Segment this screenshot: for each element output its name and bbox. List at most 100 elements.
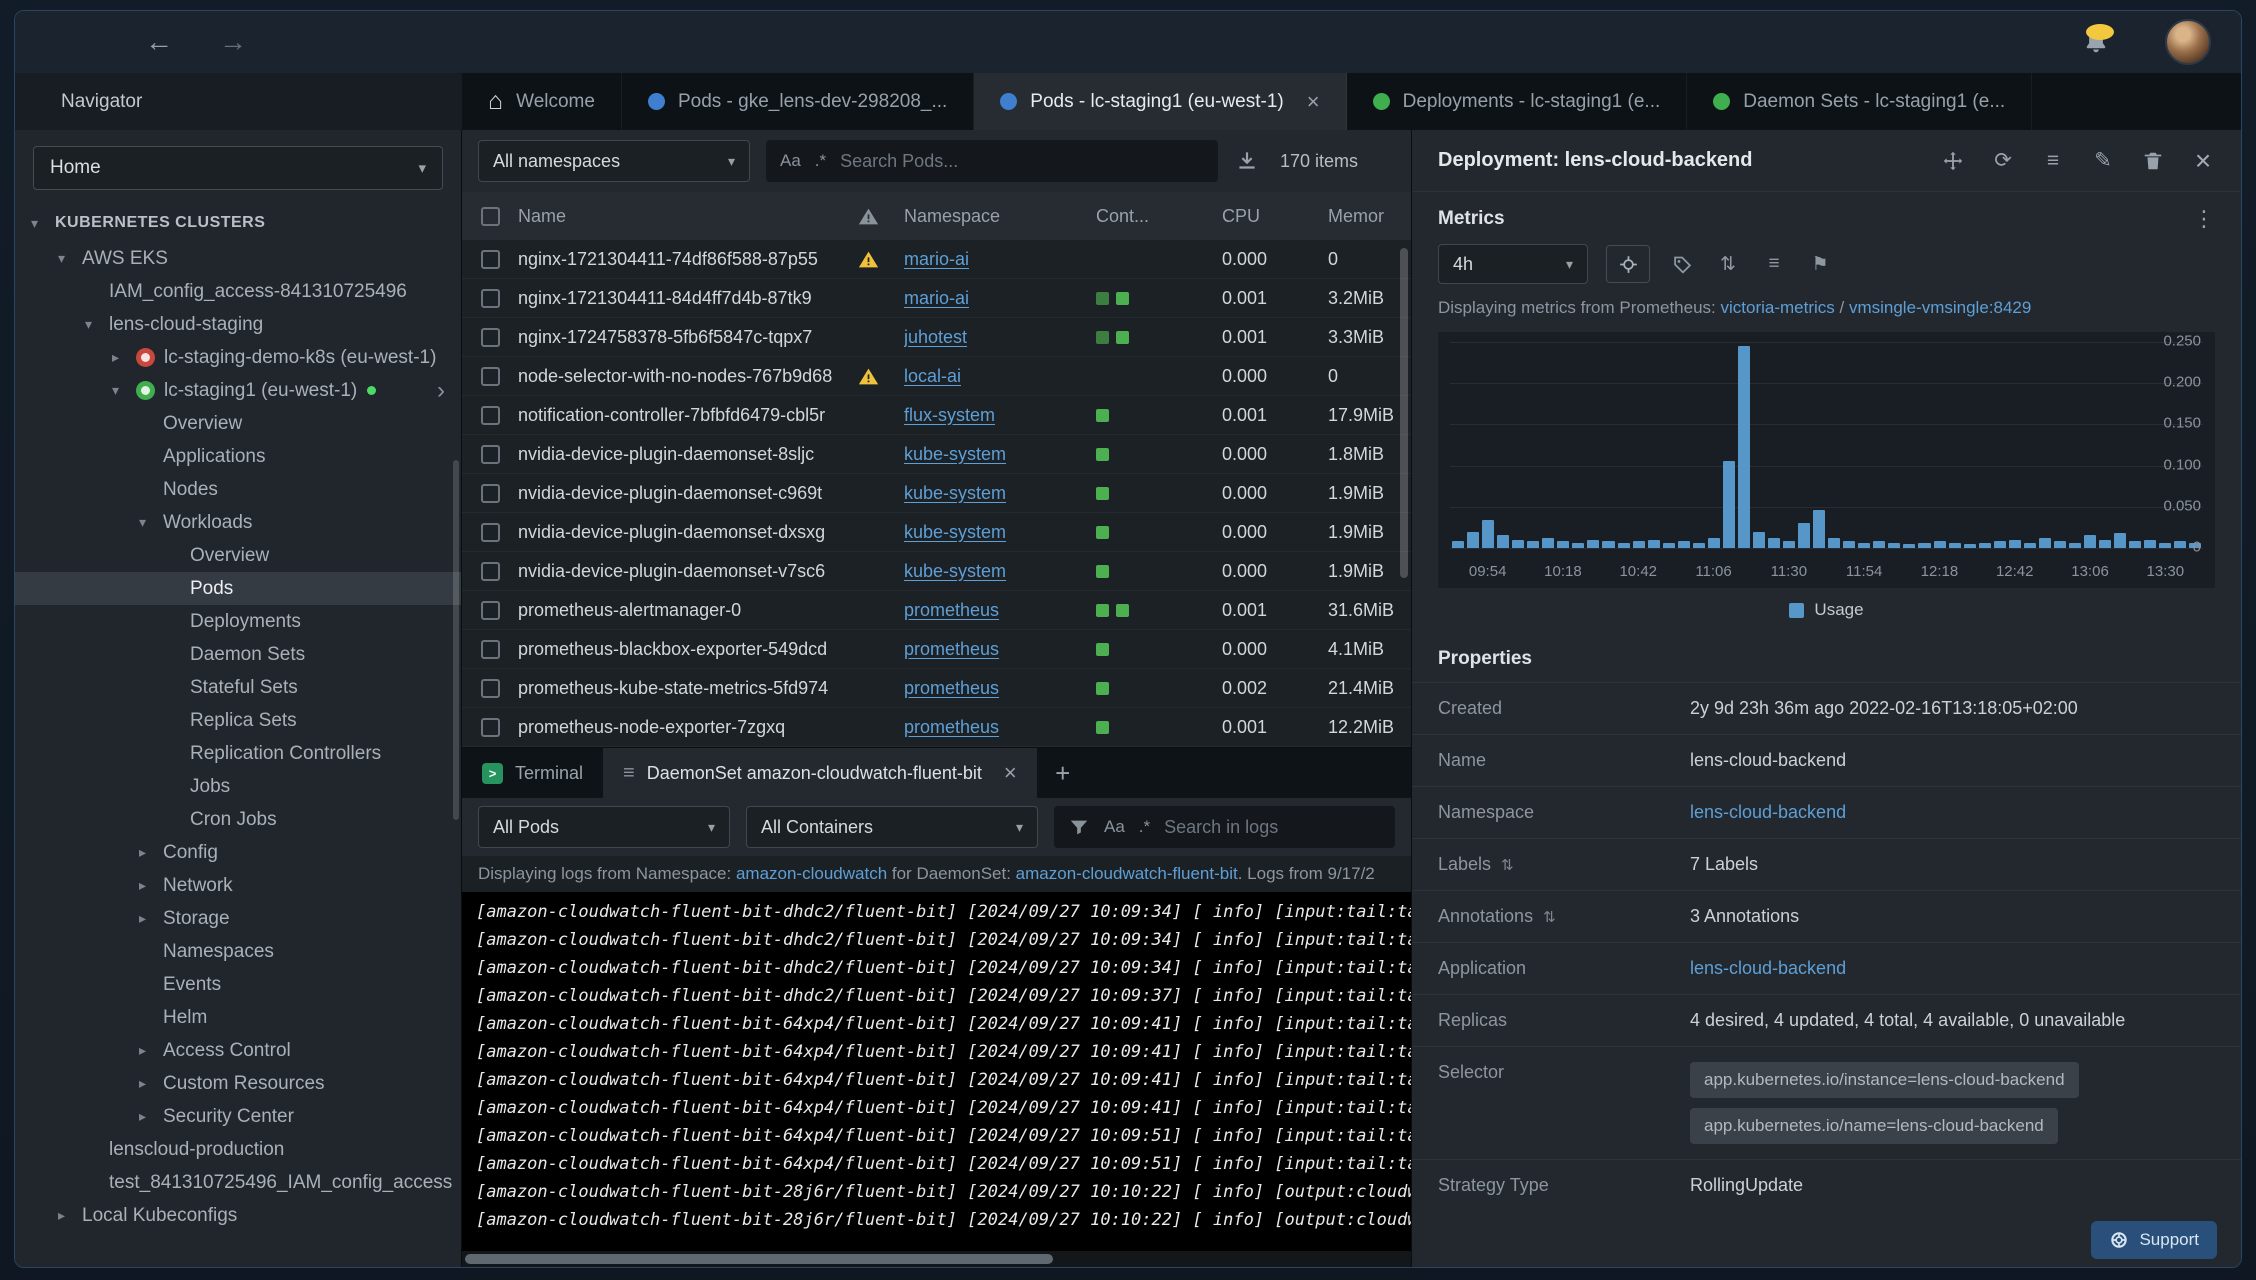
pods-filter-select[interactable]: All Pods ▾ xyxy=(478,806,730,848)
sidebar-item-lens-cloud-staging[interactable]: ▾ lens-cloud-staging xyxy=(15,308,461,341)
namespace-link[interactable]: juhotest xyxy=(904,327,967,347)
overflow-menu-icon[interactable]: ⋮ xyxy=(2193,206,2215,232)
namespace-link[interactable]: prometheus xyxy=(904,639,999,659)
table-row-prometheus-blackbox-exporter-549dcd[interactable]: prometheus-blackbox-exporter-549dcd prome… xyxy=(462,630,1411,669)
select-all-checkbox[interactable] xyxy=(480,206,500,226)
column-header-cpu[interactable]: CPU xyxy=(1222,206,1328,227)
sidebar-item-helm[interactable]: Helm xyxy=(15,1001,461,1034)
logs-daemonset-link[interactable]: amazon-cloudwatch-fluent-bit xyxy=(1016,864,1238,884)
row-checkbox[interactable] xyxy=(480,288,500,308)
caret-down-icon[interactable]: ▾ xyxy=(31,215,55,232)
namespace-link[interactable]: kube-system xyxy=(904,561,1006,581)
table-row-nvidia-device-plugin-daemonset-v7sc6[interactable]: nvidia-device-plugin-daemonset-v7sc6 kube… xyxy=(462,552,1411,591)
column-header-name[interactable]: Name xyxy=(518,206,858,227)
caret-right-icon[interactable]: ▸ xyxy=(139,1108,163,1125)
row-checkbox[interactable] xyxy=(480,327,500,347)
caret-down-icon[interactable]: ▾ xyxy=(139,514,163,531)
row-checkbox[interactable] xyxy=(480,405,500,425)
column-header-namespace[interactable]: Namespace xyxy=(904,206,1096,227)
regex-toggle[interactable]: .* xyxy=(1139,817,1150,837)
scope-select[interactable]: Home ▾ xyxy=(33,146,443,190)
sidebar-item-pods[interactable]: Pods xyxy=(15,572,461,605)
case-sensitive-toggle[interactable]: Aa xyxy=(1104,817,1125,837)
column-header-memor[interactable]: Memor xyxy=(1328,206,1411,227)
caret-right-icon[interactable]: ▸ xyxy=(139,1042,163,1059)
filter-icon[interactable] xyxy=(1068,816,1090,838)
tab-daemon-sets-lc-staging1-e[interactable]: Daemon Sets - lc-staging1 (e... xyxy=(1687,73,2033,130)
tree-section-kubernetes-clusters[interactable]: ▾ KUBERNETES CLUSTERS xyxy=(15,204,461,242)
sidebar-item-storage[interactable]: ▸ Storage xyxy=(15,902,461,935)
chevron-right-icon[interactable]: › xyxy=(437,377,449,405)
row-checkbox[interactable] xyxy=(480,639,500,659)
case-sensitive-toggle[interactable]: Aa xyxy=(780,151,801,171)
prometheus-namespace-link[interactable]: victoria-metrics xyxy=(1720,298,1834,317)
table-row-nvidia-device-plugin-daemonset-c969t[interactable]: nvidia-device-plugin-daemonset-c969t kube… xyxy=(462,474,1411,513)
forward-arrow-icon[interactable]: → xyxy=(219,26,247,58)
namespace-link[interactable]: kube-system xyxy=(904,444,1006,464)
time-range-select[interactable]: 4h ▾ xyxy=(1438,244,1588,284)
column-header-warning[interactable] xyxy=(858,206,904,227)
row-checkbox[interactable] xyxy=(480,444,500,464)
close-icon[interactable]: × xyxy=(1307,89,1320,115)
expand-toggle-icon[interactable]: ⇅ xyxy=(1543,908,1556,926)
close-panel-button[interactable]: × xyxy=(2191,145,2215,176)
row-checkbox[interactable] xyxy=(480,483,500,503)
containers-filter-select[interactable]: All Containers ▾ xyxy=(746,806,1038,848)
namespace-link[interactable]: prometheus xyxy=(904,600,999,620)
row-checkbox[interactable] xyxy=(480,366,500,386)
back-arrow-icon[interactable]: ← xyxy=(145,26,173,58)
sidebar-item-workloads[interactable]: ▾ Workloads xyxy=(15,506,461,539)
sidebar-item-replica-sets[interactable]: Replica Sets xyxy=(15,704,461,737)
download-icon[interactable] xyxy=(1234,148,1260,174)
sidebar-item-deployments[interactable]: Deployments xyxy=(15,605,461,638)
sidebar-item-security-center[interactable]: ▸ Security Center xyxy=(15,1100,461,1133)
row-checkbox[interactable] xyxy=(480,561,500,581)
log-output[interactable]: [amazon-cloudwatch-fluent-bit-dhdc2/flue… xyxy=(462,892,1411,1251)
caret-right-icon[interactable]: ▸ xyxy=(112,349,136,366)
sidebar-item-daemon-sets[interactable]: Daemon Sets xyxy=(15,638,461,671)
table-row-prometheus-alertmanager-0[interactable]: prometheus-alertmanager-0 prometheus 0.001… xyxy=(462,591,1411,630)
sidebar-item-custom-resources[interactable]: ▸ Custom Resources xyxy=(15,1067,461,1100)
logs-button[interactable]: ≡ xyxy=(2041,149,2065,173)
sidebar-item-overview[interactable]: Overview xyxy=(15,407,461,440)
sidebar-item-lc-staging1-eu-west-1[interactable]: ▾ lc-staging1 (eu-west-1) › xyxy=(15,374,461,407)
add-dock-tab-button[interactable]: + xyxy=(1037,748,1089,798)
row-checkbox[interactable] xyxy=(480,600,500,620)
namespace-link[interactable]: local-ai xyxy=(904,366,961,386)
table-row-prometheus-kube-state-metrics-5fd974[interactable]: prometheus-kube-state-metrics-5fd974 prom… xyxy=(462,669,1411,708)
sidebar-item-access-control[interactable]: ▸ Access Control xyxy=(15,1034,461,1067)
table-row-nvidia-device-plugin-daemonset-dxsxg[interactable]: nvidia-device-plugin-daemonset-dxsxg kube… xyxy=(462,513,1411,552)
table-row-notification-controller-7bfbfd6479-cbl5r[interactable]: notification-controller-7bfbfd6479-cbl5r… xyxy=(462,396,1411,435)
row-checkbox[interactable] xyxy=(480,717,500,737)
regex-toggle[interactable]: .* xyxy=(815,151,826,171)
crosshair-button[interactable] xyxy=(1606,245,1650,283)
vertical-scrollbar-thumb[interactable] xyxy=(1400,248,1408,578)
namespace-link[interactable]: kube-system xyxy=(904,483,1006,503)
tab-pods-gke-lens-dev-298208[interactable]: Pods - gke_lens-dev-298208_... xyxy=(622,73,975,130)
support-button[interactable]: Support xyxy=(2091,1221,2217,1259)
scale-button[interactable] xyxy=(1941,149,1965,173)
flag-button[interactable]: ⚑ xyxy=(1806,253,1834,276)
sidebar-item-stateful-sets[interactable]: Stateful Sets xyxy=(15,671,461,704)
restart-button[interactable]: ⟳ xyxy=(1991,149,2015,173)
namespace-link[interactable]: prometheus xyxy=(904,717,999,737)
pods-search-input[interactable] xyxy=(840,150,1204,172)
density-button[interactable]: ≡ xyxy=(1760,253,1788,275)
sidebar-item-namespaces[interactable]: Namespaces xyxy=(15,935,461,968)
column-header-cont[interactable]: Cont... xyxy=(1096,206,1222,227)
row-checkbox[interactable] xyxy=(480,522,500,542)
dock-tab-daemonset-amazon-cloudwatch-fluent-bit[interactable]: ≡ DaemonSet amazon-cloudwatch-fluent-bit × xyxy=(603,748,1037,798)
namespace-select[interactable]: All namespaces ▾ xyxy=(478,140,750,182)
caret-right-icon[interactable]: ▸ xyxy=(139,877,163,894)
sidebar-item-test-841310725496-iam-config-access[interactable]: test_841310725496_IAM_config_access xyxy=(15,1166,461,1199)
table-row-node-selector-with-no-nodes-767b9d68[interactable]: node-selector-with-no-nodes-767b9d68 loca… xyxy=(462,357,1411,396)
close-icon[interactable]: × xyxy=(1004,760,1017,786)
sidebar-item-iam-config-access-841310725496[interactable]: IAM_config_access-841310725496 xyxy=(15,275,461,308)
notification-bell-icon[interactable] xyxy=(2081,24,2114,57)
tab-pods-lc-staging1-eu-west-1[interactable]: Pods - lc-staging1 (eu-west-1) × xyxy=(974,73,1347,130)
table-row-prometheus-node-exporter-7zgxq[interactable]: prometheus-node-exporter-7zgxq prometheus… xyxy=(462,708,1411,747)
caret-right-icon[interactable]: ▸ xyxy=(139,1075,163,1092)
table-row-nginx-1721304411-74df86f588-87p55[interactable]: nginx-1721304411-74df86f588-87p55 mario-a… xyxy=(462,240,1411,279)
property-value-link[interactable]: lens-cloud-backend xyxy=(1690,958,1846,978)
table-row-nvidia-device-plugin-daemonset-8sljc[interactable]: nvidia-device-plugin-daemonset-8sljc kube… xyxy=(462,435,1411,474)
